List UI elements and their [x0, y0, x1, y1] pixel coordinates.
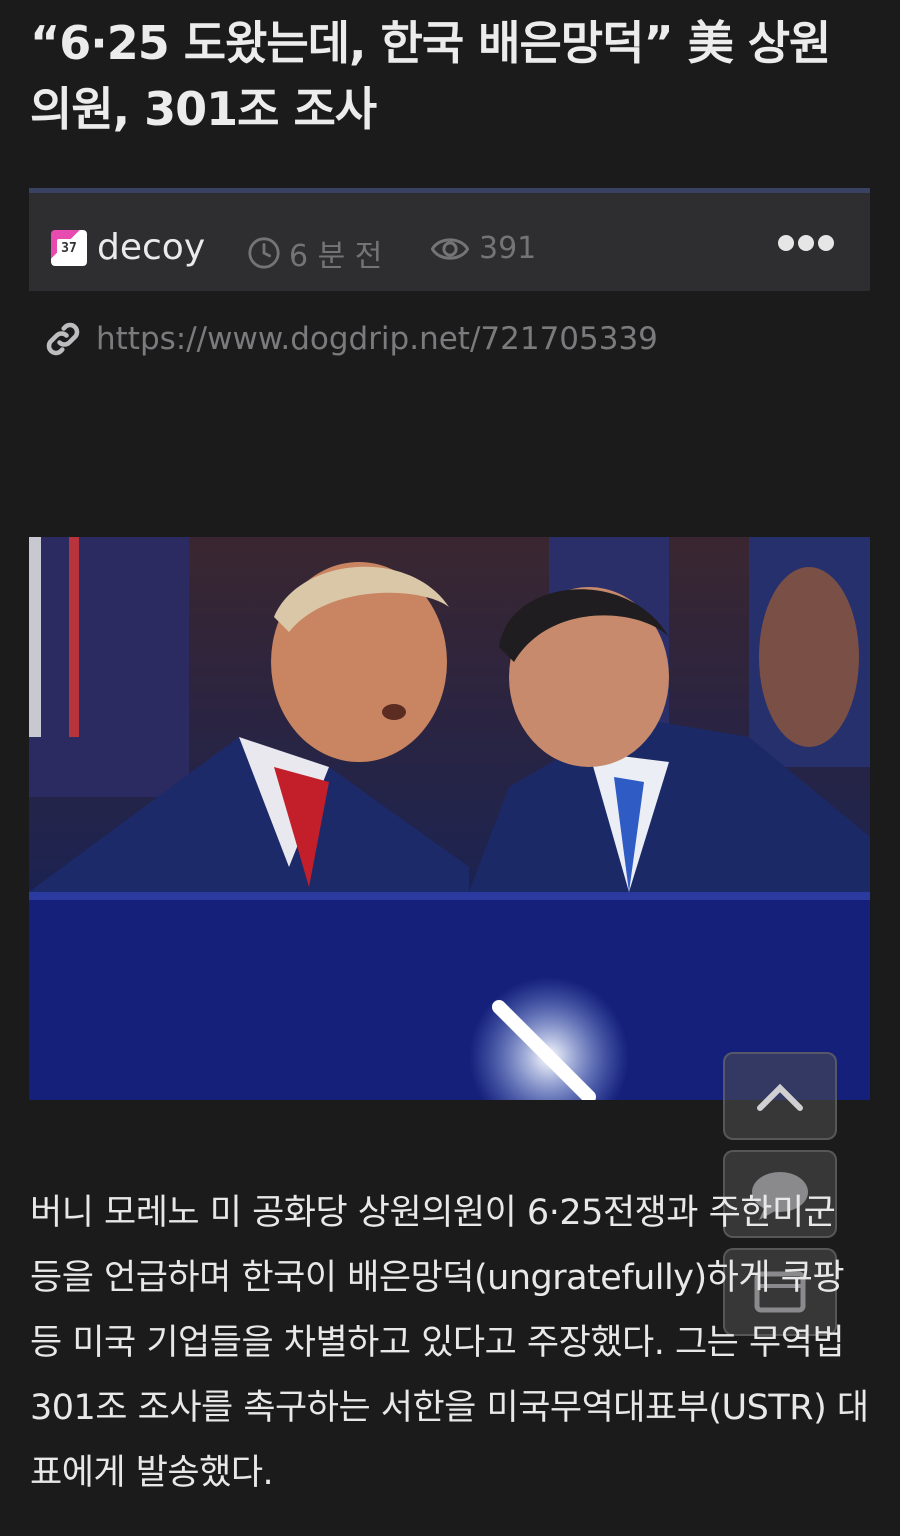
clock-icon	[248, 237, 280, 269]
views-count: 391	[479, 231, 537, 266]
more-dots-icon[interactable]	[778, 235, 834, 251]
eye-icon	[431, 237, 469, 260]
post-url-row: https://www.dogdrip.net/721705339	[42, 318, 658, 360]
link-icon	[46, 322, 80, 356]
chevron-up-icon	[757, 1083, 803, 1111]
author-badge-label: 37	[57, 238, 81, 259]
post-title: “6·25 도왔는데, 한국 배은망덕” 美 상원의원, 301조 조사	[30, 16, 831, 136]
author-link[interactable]: 37 decoy	[51, 227, 205, 268]
author-name: decoy	[97, 227, 206, 268]
article-photo	[29, 537, 870, 1100]
scroll-top-button[interactable]	[723, 1052, 837, 1140]
post-url-link[interactable]: https://www.dogdrip.net/721705339	[96, 321, 658, 357]
author-level-badge: 37	[51, 229, 87, 266]
time-label: 6 분 전	[289, 239, 383, 274]
post-meta-bar: 37 decoy 6 분 전 391	[29, 188, 870, 291]
post-views: 391	[431, 231, 536, 266]
post-time: 6 분 전	[247, 231, 382, 275]
post-body: 버니 모레노 미 공화당 상원의원이 6·25전쟁과 주한미군 등을 언급하며 …	[30, 1193, 869, 1493]
